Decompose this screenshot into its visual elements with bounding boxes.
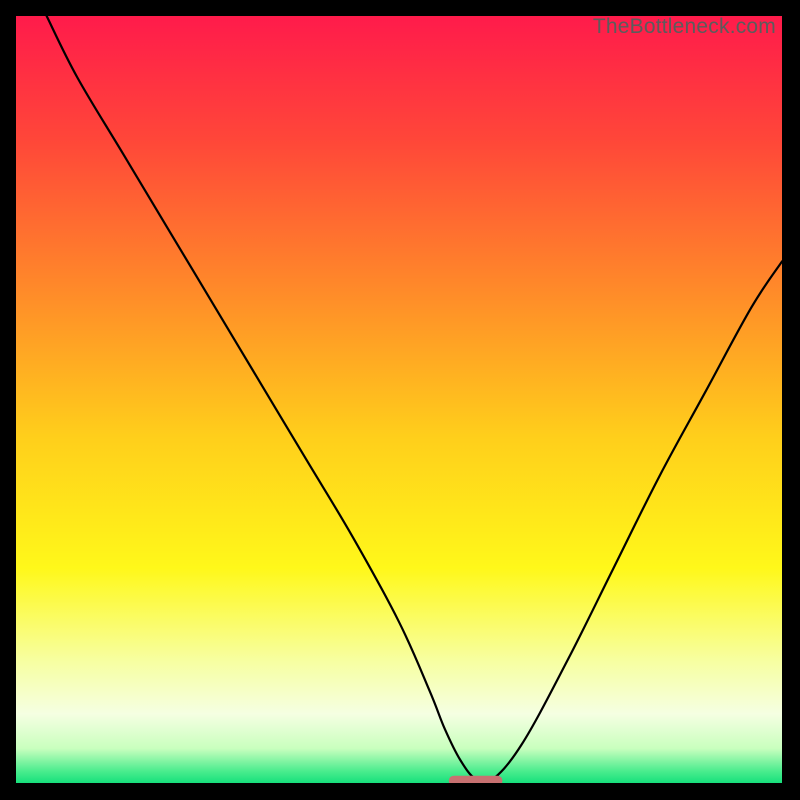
gradient-background — [16, 16, 782, 783]
minimum-marker — [449, 776, 503, 783]
chart-frame: TheBottleneck.com — [16, 16, 782, 783]
bottleneck-chart — [16, 16, 782, 783]
watermark-text: TheBottleneck.com — [593, 15, 776, 39]
